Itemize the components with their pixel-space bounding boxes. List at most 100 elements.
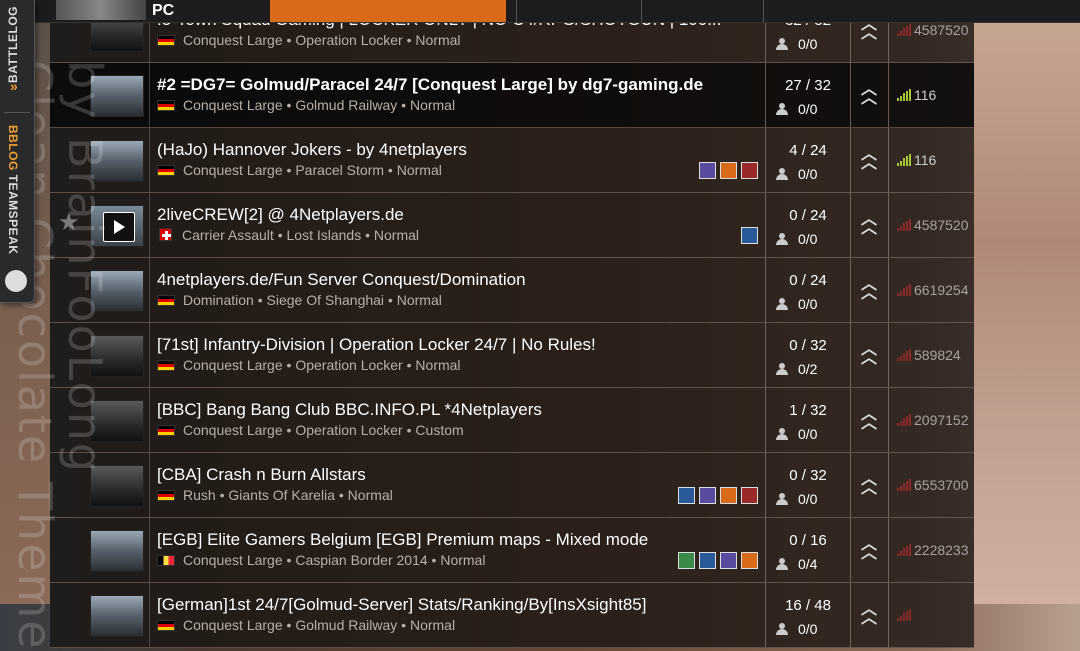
- server-setting-icon: [720, 552, 737, 569]
- server-meta: Domination • Siege Of Shanghai • Normal: [157, 292, 442, 308]
- queue-count: 0/0: [776, 491, 817, 507]
- rank-chevron-icon[interactable]: ︿ ︿: [861, 82, 877, 107]
- queue-count: 0/2: [776, 361, 817, 377]
- join-cell[interactable]: ︿ ︿: [850, 453, 889, 517]
- player-count: 0 / 24: [789, 272, 827, 289]
- queue-count: 0/0: [776, 166, 817, 182]
- server-name[interactable]: (HaJo) Hannover Jokers - by 4netplayers: [157, 140, 757, 160]
- rank-chevron-icon[interactable]: ︿ ︿: [861, 342, 877, 367]
- queue-count: 0/0: [776, 296, 817, 312]
- join-cell[interactable]: ︿ ︿: [850, 193, 889, 257]
- players-cell: 0 / 16 0/4: [765, 518, 851, 582]
- rank-chevron-icon[interactable]: ︿ ︿: [861, 147, 877, 172]
- join-cell[interactable]: ︿ ︿: [850, 258, 889, 322]
- server-name[interactable]: 2liveCREW[2] @ 4Netplayers.de: [157, 205, 757, 225]
- server-badges: [741, 227, 758, 244]
- server-setting-icon: [699, 487, 716, 504]
- ping-value: 6619254: [914, 282, 969, 298]
- signal-bars-icon: [897, 89, 911, 101]
- join-cell[interactable]: ︿ ︿: [850, 128, 889, 192]
- server-row[interactable]: [BBC] Bang Bang Club BBC.INFO.PL *4Netpl…: [50, 388, 974, 453]
- ping-value: 4587520: [914, 22, 969, 38]
- server-name[interactable]: [German]1st 24/7[Golmud-Server] Stats/Ra…: [157, 595, 757, 615]
- bblog-teamspeak-label[interactable]: BBLOG TEAMSPEAK: [6, 125, 20, 255]
- rank-chevron-icon[interactable]: ︿ ︿: [861, 407, 877, 432]
- map-thumbnail: [90, 400, 144, 442]
- teamspeak-icon[interactable]: [5, 270, 27, 292]
- player-count: 4 / 24: [789, 142, 827, 159]
- map-thumbnail: [90, 530, 144, 572]
- signal-bars-icon: [897, 284, 911, 296]
- join-cell[interactable]: ︿ ︿: [850, 518, 889, 582]
- person-icon: [776, 298, 788, 310]
- join-cell[interactable]: ︿ ︿: [850, 323, 889, 387]
- queue-count: 0/0: [776, 231, 817, 247]
- signal-bars-icon: [897, 609, 911, 621]
- player-count: 0 / 16: [789, 532, 827, 549]
- server-row[interactable]: [71st] Infantry-Division | Operation Loc…: [50, 323, 974, 388]
- server-setting-icon: [699, 162, 716, 179]
- ping-cell: [889, 583, 974, 647]
- ping-cell: 6553700: [889, 453, 974, 517]
- players-cell: 1 / 32 0/0: [765, 388, 851, 452]
- player-count: 16 / 48: [785, 597, 831, 614]
- rank-chevron-icon[interactable]: ︿ ︿: [861, 537, 877, 562]
- join-cell[interactable]: ︿ ︿: [850, 583, 889, 647]
- server-setting-icon: [678, 552, 695, 569]
- server-name[interactable]: [71st] Infantry-Division | Operation Loc…: [157, 335, 757, 355]
- server-name[interactable]: #2 =DG7= Golmud/Paracel 24/7 [Conquest L…: [157, 75, 757, 95]
- server-name[interactable]: [BBC] Bang Bang Club BBC.INFO.PL *4Netpl…: [157, 400, 757, 420]
- country-flag-icon: [157, 490, 175, 501]
- server-setting-icon: [741, 552, 758, 569]
- background-right: [974, 0, 1080, 604]
- server-row[interactable]: [German]1st 24/7[Golmud-Server] Stats/Ra…: [50, 583, 974, 648]
- server-meta: Conquest Large • Operation Locker • Cust…: [157, 422, 464, 438]
- server-meta: Conquest Large • Paracel Storm • Normal: [157, 162, 442, 178]
- double-chevron-icon[interactable]: »: [10, 78, 18, 94]
- country-flag-icon: [157, 620, 175, 631]
- players-cell: 27 / 32 0/0: [765, 63, 851, 127]
- queue-count: 0/0: [776, 36, 817, 52]
- rank-chevron-icon[interactable]: ︿ ︿: [861, 212, 877, 237]
- country-flag-icon: [157, 295, 175, 306]
- favorite-star-icon[interactable]: ★: [58, 211, 82, 235]
- platform-label: PC: [152, 2, 175, 19]
- join-cell[interactable]: ︿ ︿: [850, 63, 889, 127]
- ping-value: 116: [914, 87, 937, 103]
- person-icon: [776, 493, 788, 505]
- country-flag-icon: [157, 165, 175, 176]
- server-row[interactable]: [CBA] Crash n Burn Allstars Rush • Giant…: [50, 453, 974, 518]
- server-name[interactable]: 4netplayers.de/Fun Server Conquest/Domin…: [157, 270, 757, 290]
- server-badges: [699, 162, 758, 179]
- join-cell[interactable]: ︿ ︿: [850, 388, 889, 452]
- signal-bars-icon: [897, 154, 911, 166]
- server-row[interactable]: (HaJo) Hannover Jokers - by 4netplayers …: [50, 128, 974, 193]
- players-cell: 4 / 24 0/0: [765, 128, 851, 192]
- ping-cell: 116: [889, 63, 974, 127]
- rank-chevron-icon[interactable]: ︿ ︿: [861, 602, 877, 627]
- map-thumbnail: [90, 205, 144, 247]
- person-icon: [776, 233, 788, 245]
- country-flag-icon: [157, 35, 175, 46]
- server-row[interactable]: ★ 2liveCREW[2] @ 4Netplayers.de Carrier …: [50, 193, 974, 258]
- server-row[interactable]: #2 =DG7= Golmud/Paracel 24/7 [Conquest L…: [50, 63, 974, 128]
- ping-cell: 2097152: [889, 388, 974, 452]
- server-meta: Rush • Giants Of Karelia • Normal: [157, 487, 393, 503]
- player-count: 0 / 24: [789, 207, 827, 224]
- rank-chevron-icon[interactable]: ︿ ︿: [861, 277, 877, 302]
- server-name[interactable]: [EGB] Elite Gamers Belgium [EGB] Premium…: [157, 530, 757, 550]
- queue-count: 0/4: [776, 556, 817, 572]
- play-icon[interactable]: [103, 212, 135, 242]
- queue-count: 0/0: [776, 426, 817, 442]
- side-panel[interactable]: BATTLELOG » BBLOG TEAMSPEAK: [0, 0, 35, 303]
- server-setting-icon: [720, 162, 737, 179]
- queue-count: 0/0: [776, 621, 817, 637]
- rank-chevron-icon[interactable]: ︿ ︿: [861, 472, 877, 497]
- country-flag-icon: [157, 425, 175, 436]
- server-row[interactable]: [EGB] Elite Gamers Belgium [EGB] Premium…: [50, 518, 974, 583]
- active-tab[interactable]: [270, 0, 506, 22]
- server-name[interactable]: [CBA] Crash n Burn Allstars: [157, 465, 757, 485]
- person-icon: [776, 38, 788, 50]
- map-thumbnail: [90, 335, 144, 377]
- server-row[interactable]: 4netplayers.de/Fun Server Conquest/Domin…: [50, 258, 974, 323]
